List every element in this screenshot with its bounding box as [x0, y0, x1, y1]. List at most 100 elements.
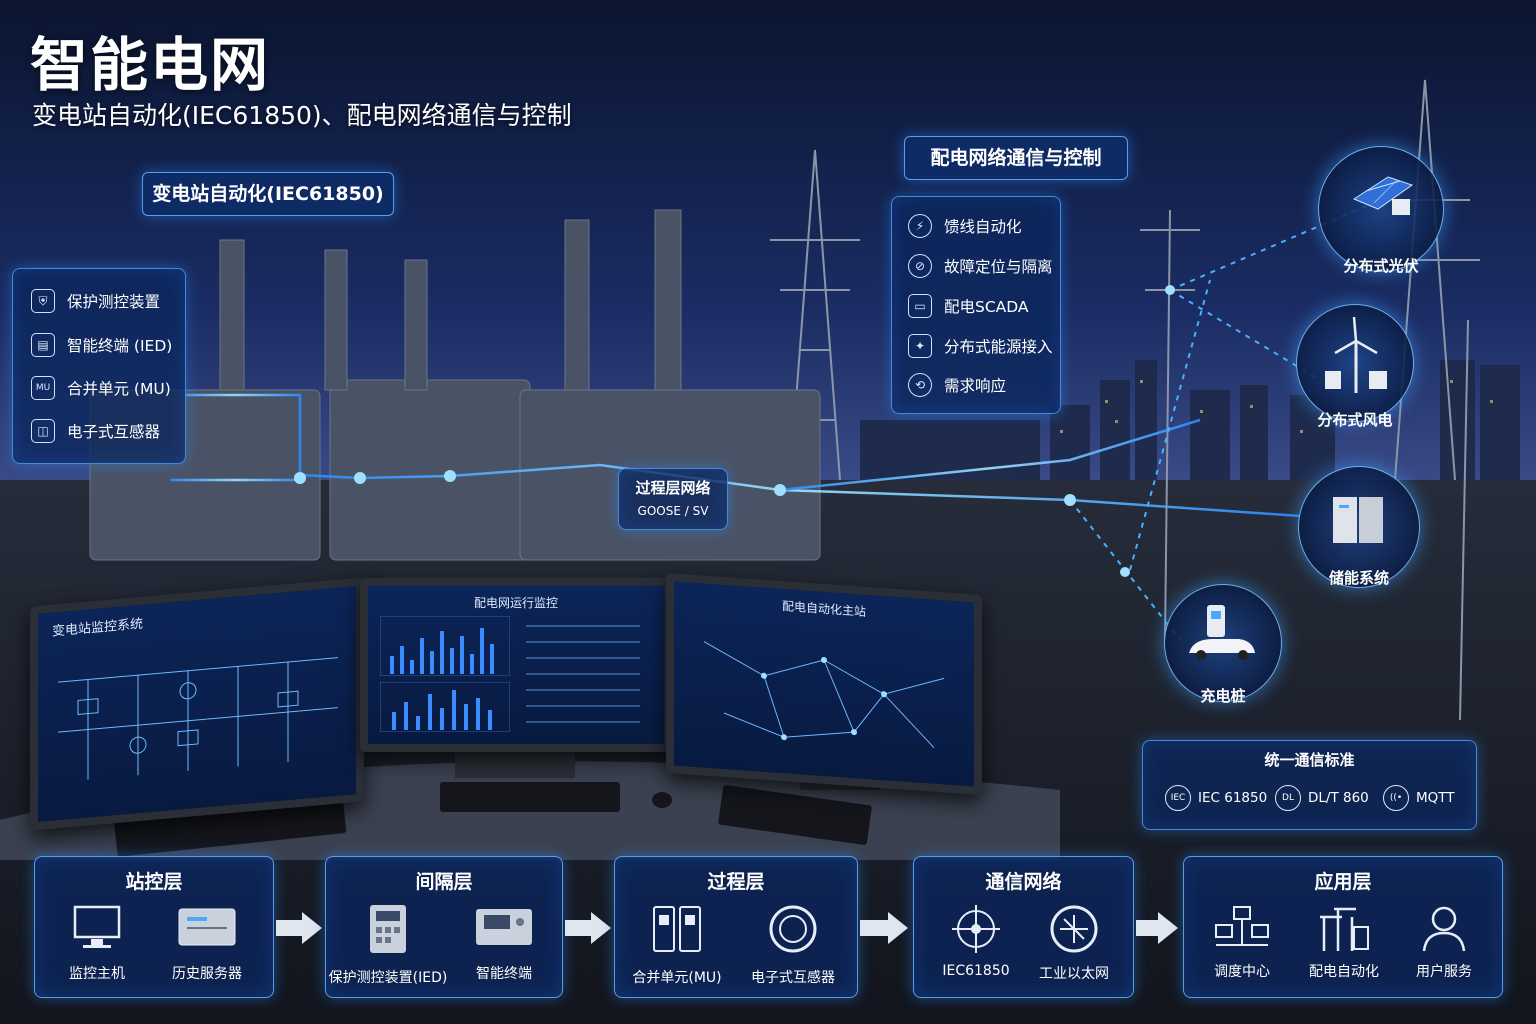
- distribution-tag: 配电网络通信与控制: [904, 136, 1128, 180]
- layer-bay: 间隔层 保护测控装置(IED) 智能终端: [325, 856, 563, 998]
- substation-item: MU 合并单元 (MU): [31, 376, 171, 400]
- layer-process: 过程层 合并单元(MU) 电子式互感器: [614, 856, 858, 998]
- layer-item: 合并单元(MU): [617, 903, 737, 987]
- ethernet-icon: [1050, 905, 1098, 953]
- flow-arrow-head: [1158, 912, 1178, 944]
- distribution-automation-icon: [1320, 907, 1369, 951]
- process-network-protocol: GOOSE / SV: [637, 504, 709, 518]
- iec61850-network-icon: [952, 905, 1000, 953]
- monitor-title: 配电网运行监控: [473, 596, 558, 610]
- solar-resource: 分布式光伏: [1318, 146, 1444, 275]
- monitor-center: 配电网运行监控: [360, 578, 672, 752]
- layer-item-label: 历史服务器: [172, 966, 242, 982]
- resource-label: 充电桩: [1200, 687, 1246, 705]
- resource-label: 分布式光伏: [1343, 257, 1419, 275]
- standard-label: IEC 61850: [1198, 790, 1268, 806]
- layer-item-label: 工业以太网: [1039, 966, 1109, 982]
- standard-label: MQTT: [1416, 790, 1455, 806]
- monitor-left: 变电站监控系统: [30, 577, 364, 831]
- wind-resource: 分布式风电: [1296, 304, 1414, 429]
- layer-item: 调度中心: [1184, 903, 1300, 981]
- layer-item-label: 监控主机: [69, 966, 125, 982]
- layer-item: 工业以太网: [1014, 903, 1134, 983]
- mouse: [652, 792, 672, 808]
- standards-panel: 统一通信标准 IEC IEC 61850 DL DL/T 860 ((• MQT…: [1142, 740, 1477, 830]
- monitor-right: 配电自动化主站: [666, 572, 982, 796]
- bar-chart-panel: [380, 682, 510, 732]
- mqtt-icon: ((•: [1383, 785, 1409, 811]
- page-subtitle: 变电站自动化(IEC61850)、配电网络通信与控制: [32, 101, 572, 130]
- layer-item-label: 配电自动化: [1309, 964, 1379, 980]
- scada-icon: ▭: [908, 294, 932, 318]
- page-title: 智能电网: [30, 31, 271, 99]
- single-line-diagram: [58, 657, 338, 780]
- layer-item: 历史服务器: [147, 903, 267, 983]
- layer-item: 智能终端: [444, 903, 564, 983]
- substation-item-label: 电子式互感器: [67, 423, 161, 441]
- monitor-host-icon: [73, 905, 121, 948]
- user-service-icon: [1422, 906, 1466, 952]
- flow-arrow-head: [302, 912, 322, 944]
- distribution-panel: ⚡ 馈线自动化 ⊘ 故障定位与隔离 ▭ 配电SCADA ✦ 分布式能源接入 ⟲ …: [891, 196, 1061, 414]
- substation-item: ◫ 电子式互感器: [31, 419, 160, 443]
- distribution-item-label: 需求响应: [944, 377, 1007, 395]
- substation-item: ⛨ 保护测控装置: [31, 289, 160, 313]
- status-list-panel: [526, 625, 640, 723]
- substation-item: ▤ 智能终端 (IED): [31, 333, 172, 357]
- automation-monitor-screen: 配电自动化主站: [674, 581, 974, 787]
- substation-item-label: 合并单元 (MU): [67, 380, 171, 398]
- distribution-item: ✦ 分布式能源接入: [908, 334, 1053, 358]
- standard-item: ((• MQTT: [1383, 785, 1455, 811]
- layer-item: 用户服务: [1386, 903, 1502, 981]
- transformer-icon: ◫: [31, 419, 55, 443]
- layer-item: 电子式互感器: [733, 903, 853, 987]
- demand-icon: ⟲: [908, 373, 932, 397]
- layer-item-label: 智能终端: [476, 966, 532, 982]
- layer-item: 监控主机: [37, 903, 157, 983]
- layer-network: 通信网络 IEC61850 工业以太网: [913, 856, 1134, 998]
- layer-item: 保护测控装置(IED): [328, 903, 448, 987]
- history-server-icon: [178, 908, 236, 946]
- resource-label: 分布式风电: [1317, 411, 1393, 429]
- distribution-item: ▭ 配电SCADA: [908, 294, 1029, 318]
- layer-title: 通信网络: [985, 871, 1062, 893]
- instrument-transformer-icon: [769, 905, 817, 953]
- layer-item: 配电自动化: [1286, 903, 1402, 981]
- substation-panel: ⛨ 保护测控装置 ▤ 智能终端 (IED) MU 合并单元 (MU) ◫ 电子式…: [12, 268, 186, 464]
- feeder-icon: ⚡: [908, 214, 932, 238]
- distribution-item: ⊘ 故障定位与隔离: [908, 254, 1053, 278]
- layer-application: 应用层 调度中心 配电自动化 用户服务: [1183, 856, 1503, 998]
- layer-item-label: 调度中心: [1214, 964, 1270, 980]
- process-network-title: 过程层网络: [635, 479, 711, 497]
- distribution-item-label: 分布式能源接入: [944, 338, 1053, 356]
- substation-item-label: 智能终端 (IED): [67, 337, 173, 355]
- solar-panel-icon: [1352, 176, 1414, 215]
- flow-arrow-head: [591, 912, 611, 944]
- flow-arrow-head: [888, 912, 908, 944]
- mu-icon: MU: [31, 376, 55, 400]
- dlt-icon: DL: [1275, 785, 1301, 811]
- standard-label: DL/T 860: [1308, 790, 1369, 806]
- layer-title: 过程层: [707, 871, 765, 893]
- shield-icon: ⛨: [31, 289, 55, 313]
- distribution-item-label: 配电SCADA: [944, 298, 1029, 316]
- substation-monitor-screen: 变电站监控系统: [38, 586, 356, 822]
- wind-turbine-icon: [1325, 316, 1387, 393]
- network-topology-map: [703, 641, 945, 749]
- battery-storage-icon: [1333, 497, 1383, 543]
- layer-item-label: 用户服务: [1416, 964, 1472, 980]
- layer-station: 站控层 监控主机 历史服务器: [34, 856, 274, 998]
- protection-device-icon: [370, 905, 406, 953]
- iec-icon: IEC: [1165, 785, 1191, 811]
- process-network-tag: 过程层网络 GOOSE / SV: [618, 468, 728, 530]
- distribution-item: ⟲ 需求响应: [908, 373, 1006, 397]
- layer-item-label: 保护测控装置(IED): [328, 970, 448, 986]
- flow-arrow: [1136, 920, 1158, 936]
- distribution-item-label: 故障定位与隔离: [944, 258, 1053, 276]
- standards-title: 统一通信标准: [1264, 751, 1355, 769]
- distribution-item-label: 馈线自动化: [944, 218, 1022, 236]
- layer-item-label: 合并单元(MU): [632, 970, 722, 986]
- ev-charger-resource: 充电桩: [1164, 584, 1282, 705]
- merging-unit-icon: [653, 906, 701, 952]
- standard-item: DL DL/T 860: [1275, 785, 1369, 811]
